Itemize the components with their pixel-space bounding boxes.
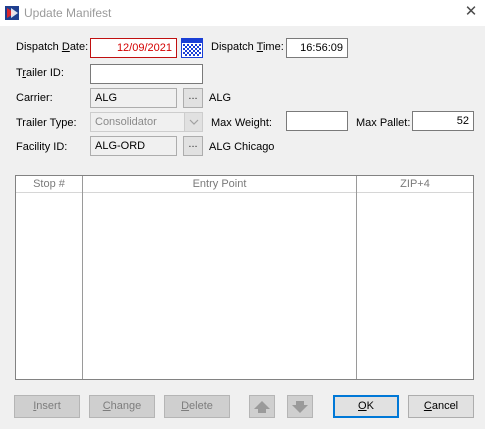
facility-browse-button[interactable]: ... (183, 136, 203, 156)
column-header-zip[interactable]: ZIP+4 (357, 176, 473, 192)
trailer-id-label: Trailer ID: (16, 67, 64, 79)
ok-button[interactable]: OK (333, 395, 399, 418)
cancel-button[interactable]: Cancel (408, 395, 474, 418)
dispatch-date-field[interactable]: 12/09/2021 (90, 38, 177, 58)
app-logo-icon (5, 6, 19, 20)
delete-button[interactable]: Delete (164, 395, 230, 418)
dispatch-time-label: Dispatch Time: (211, 41, 284, 53)
dispatch-date-label: Dispatch Date: (16, 41, 89, 53)
facility-name: ALG Chicago (209, 141, 275, 153)
carrier-name: ALG (209, 92, 232, 104)
arrow-down-icon[interactable] (287, 395, 313, 418)
dispatch-time-field[interactable]: 16:56:09 (286, 38, 348, 58)
arrow-up-icon[interactable] (249, 395, 275, 418)
calendar-icon[interactable] (181, 38, 203, 58)
window-title: Update Manifest (24, 6, 112, 20)
facility-id-field: ALG-ORD (90, 136, 177, 156)
column-divider (356, 176, 357, 379)
insert-button[interactable]: Insert (14, 395, 80, 418)
carrier-field: ALG (90, 88, 177, 108)
trailer-type-value: Consolidator (95, 116, 157, 128)
column-header-stop[interactable]: Stop # (16, 176, 82, 192)
trailer-id-field[interactable] (90, 64, 203, 84)
max-pallet-label: Max Pallet: (356, 117, 411, 129)
facility-id-label: Facility ID: (16, 141, 68, 153)
max-weight-field[interactable] (286, 111, 348, 131)
max-weight-label: Max Weight: (211, 117, 272, 129)
change-button[interactable]: Change (89, 395, 155, 418)
chevron-down-icon[interactable] (184, 113, 202, 131)
carrier-browse-button[interactable]: ... (183, 88, 203, 108)
column-header-entry-point[interactable]: Entry Point (83, 176, 356, 192)
column-divider (82, 176, 83, 379)
close-icon[interactable]: ✕ (462, 3, 480, 21)
max-pallet-field[interactable]: 52 (412, 111, 474, 131)
trailer-type-label: Trailer Type: (16, 117, 77, 129)
carrier-label: Carrier: (16, 92, 53, 104)
stops-grid[interactable] (15, 175, 474, 380)
